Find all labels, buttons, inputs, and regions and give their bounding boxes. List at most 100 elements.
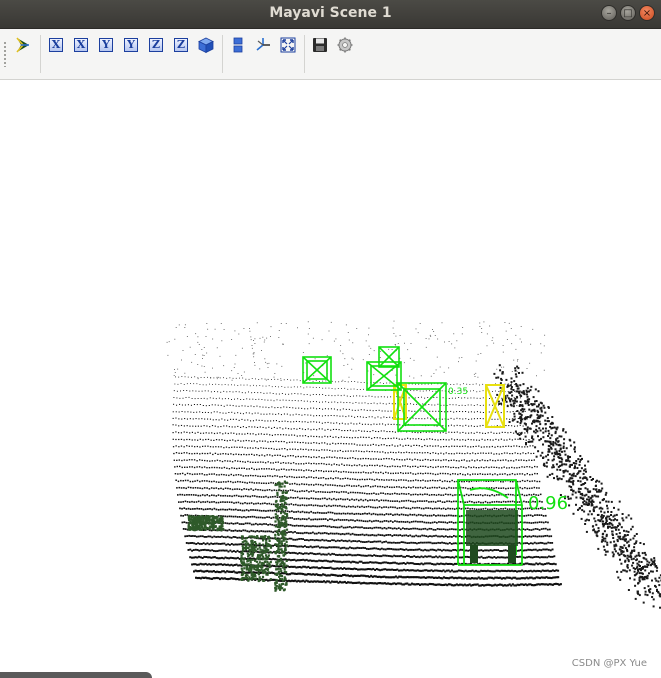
lidar-point xyxy=(234,363,236,365)
lidar-point xyxy=(189,425,191,427)
lidar-point xyxy=(292,414,294,416)
view-minus-x-button[interactable]: X xyxy=(71,35,91,55)
lidar-point xyxy=(300,476,303,478)
lidar-point xyxy=(383,520,386,522)
lidar-point xyxy=(258,468,260,470)
lidar-point xyxy=(220,323,222,324)
lidar-point xyxy=(380,492,382,494)
lidar-point xyxy=(436,556,439,559)
mayavi-pipeline-button[interactable] xyxy=(13,35,33,55)
toolbar-grip[interactable] xyxy=(3,41,7,67)
lidar-point xyxy=(186,438,188,441)
lidar-point xyxy=(441,562,444,565)
save-snapshot-button[interactable] xyxy=(310,35,330,55)
lidar-point xyxy=(319,394,320,396)
minimize-button[interactable]: – xyxy=(601,5,617,21)
lidar-point xyxy=(305,456,307,458)
toggle-parallel-projection-button[interactable] xyxy=(228,35,248,55)
lidar-point xyxy=(313,553,315,555)
lidar-point xyxy=(336,457,338,459)
lidar-point xyxy=(459,445,461,448)
lidar-point xyxy=(489,398,490,399)
lidar-point xyxy=(506,474,509,476)
lidar-point xyxy=(240,523,243,525)
lidar-point xyxy=(322,546,325,549)
view-plus-z-button[interactable]: Z xyxy=(146,35,166,55)
lidar-point xyxy=(547,541,550,544)
lidar-point xyxy=(523,466,526,468)
lidar-point xyxy=(290,379,292,381)
lidar-point xyxy=(291,434,293,436)
lidar-point xyxy=(204,508,207,511)
lidar-point xyxy=(459,529,461,531)
lidar-point xyxy=(341,519,344,521)
lidar-point xyxy=(435,466,437,468)
lidar-point xyxy=(409,513,411,516)
view-plus-x-button[interactable]: X xyxy=(46,35,66,55)
lidar-point xyxy=(349,457,351,459)
close-button[interactable]: × xyxy=(639,5,655,21)
lidar-point xyxy=(333,553,335,556)
maximize-button[interactable]: □ xyxy=(620,5,636,21)
lidar-point xyxy=(318,436,320,438)
lidar-point xyxy=(256,482,258,484)
lidar-point xyxy=(299,518,302,521)
view-minus-z-button[interactable]: Z xyxy=(171,35,191,55)
lidar-point xyxy=(429,541,432,544)
lidar-point xyxy=(297,441,299,443)
lidar-point xyxy=(502,500,505,503)
lidar-point xyxy=(257,516,260,519)
lidar-point xyxy=(212,367,213,369)
lidar-point xyxy=(509,500,512,503)
lidar-point xyxy=(174,372,176,373)
lidar-point xyxy=(400,492,403,495)
lidar-point xyxy=(208,543,211,546)
lidar-point xyxy=(442,494,445,496)
lidar-point xyxy=(329,443,331,445)
lidar-point xyxy=(429,472,432,475)
lidar-point xyxy=(365,457,367,460)
lidar-point xyxy=(237,474,240,476)
lidar-point xyxy=(178,411,180,413)
scene-configure-button[interactable] xyxy=(335,35,355,55)
lidar-point xyxy=(453,411,455,413)
lidar-point xyxy=(235,453,237,455)
lidar-point xyxy=(237,509,239,511)
lidar-point xyxy=(231,446,233,448)
lidar-point xyxy=(345,416,347,418)
lidar-point xyxy=(331,456,333,459)
lidar-point xyxy=(203,425,205,427)
toggle-axes-indicator-button[interactable] xyxy=(253,35,273,55)
lidar-point xyxy=(300,400,302,402)
lidar-point xyxy=(339,504,341,507)
lidar-point xyxy=(356,561,359,564)
lidar-point xyxy=(523,549,526,552)
lidar-point xyxy=(389,520,392,522)
lidar-point xyxy=(324,546,327,549)
lidar-point xyxy=(486,501,489,504)
lidar-point xyxy=(218,439,220,441)
lidar-point xyxy=(526,521,528,524)
lidar-point xyxy=(379,534,382,536)
lidar-point xyxy=(490,487,493,489)
view-plus-y-button[interactable]: Y xyxy=(96,35,116,55)
lidar-point xyxy=(351,443,353,445)
lidar-point xyxy=(433,535,435,537)
lidar-point xyxy=(414,507,416,509)
lidar-point xyxy=(265,447,267,449)
lidar-point xyxy=(367,444,369,446)
lidar-point xyxy=(245,509,248,511)
lidar-point xyxy=(187,404,189,406)
scene-viewport[interactable]: 0.96 0.35 CSDN @PX Yue xyxy=(0,80,661,678)
lidar-point xyxy=(388,486,391,488)
lidar-point xyxy=(394,542,397,544)
lidar-point xyxy=(331,491,333,493)
lidar-point xyxy=(184,418,186,420)
view-minus-y-button[interactable]: Y xyxy=(121,35,141,55)
lidar-point xyxy=(191,473,194,476)
lidar-point xyxy=(486,494,489,497)
lidar-point xyxy=(468,466,470,468)
isometric-view-button[interactable] xyxy=(196,35,216,55)
lidar-point xyxy=(382,492,384,494)
full-screen-button[interactable] xyxy=(278,35,298,55)
